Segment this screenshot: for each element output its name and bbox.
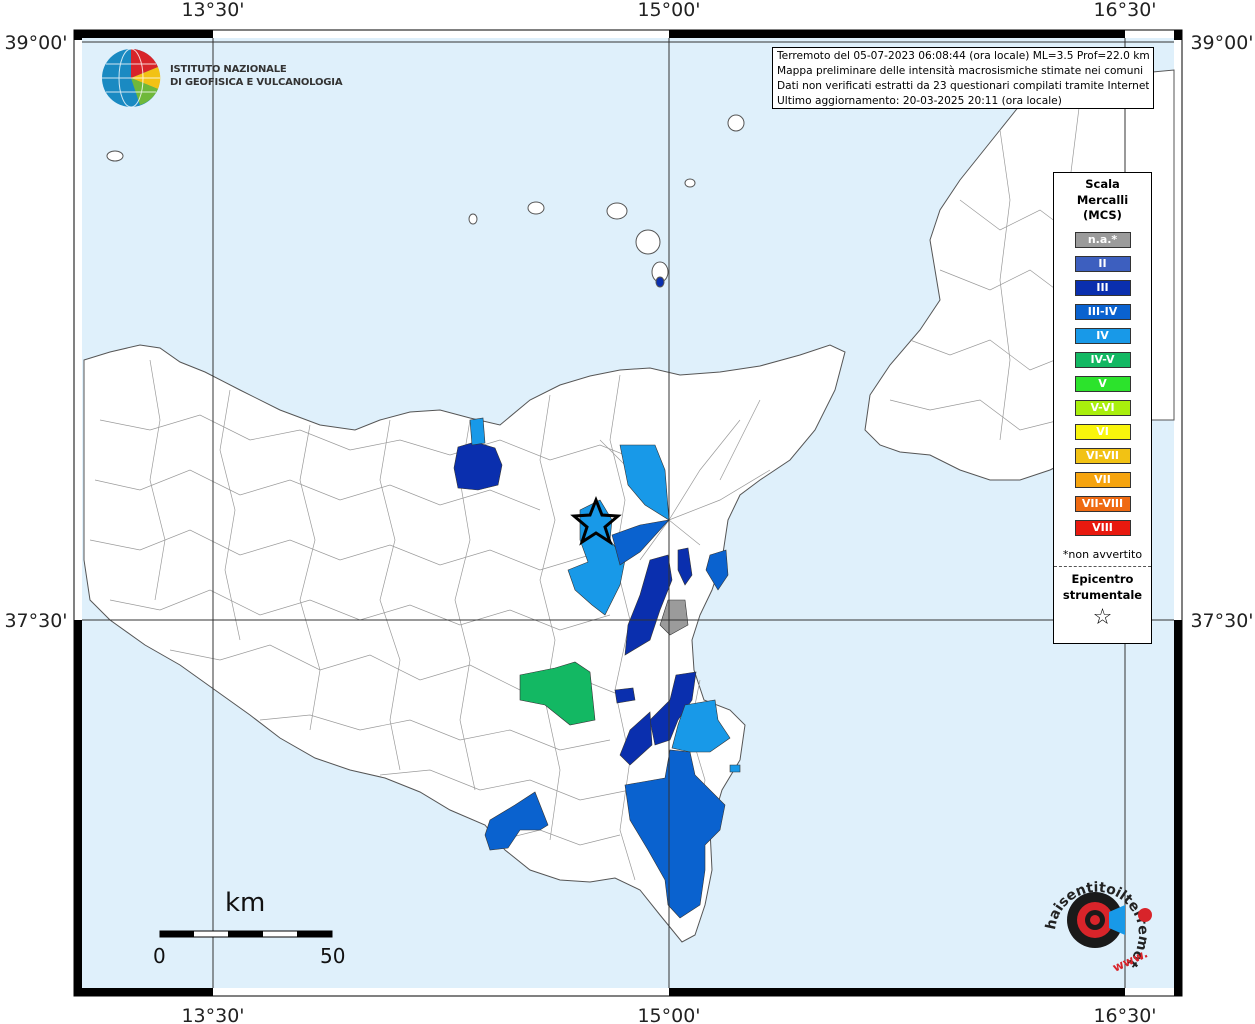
lat-label-right-2: 37°30' <box>1190 610 1253 632</box>
institute-line-1: ISTITUTO NAZIONALE <box>170 64 287 75</box>
legend-item-10: VI-VII <box>1074 447 1131 464</box>
haisentito-badge-icon: haisentitoilterremoto.it www. <box>1030 848 1152 975</box>
event-info-line-4: Ultimo aggiornamento: 20-03-2025 20:11 (… <box>777 95 1062 107</box>
institute-name: ISTITUTO NAZIONALE DI GEOFISICA E VULCAN… <box>170 63 343 89</box>
legend-epicenter-line-1: Epicentro <box>1071 571 1134 586</box>
lon-label-bottom-1: 13°30' <box>181 1005 244 1024</box>
legend-items: n.a.* II III III-IV IV IV-V V V-VI VI VI-VII VII VI… <box>1054 231 1151 536</box>
event-info-box: Terremoto del 05-07-2023 06:08:44 (ora l… <box>772 47 1154 109</box>
legend-item-11: VII <box>1074 471 1131 488</box>
legend-item-1: n.a.* <box>1074 231 1131 248</box>
legend-star-icon: ☆ <box>1092 604 1113 630</box>
mcs-legend: Scala Mercalli (MCS) n.a.* II III III-IV IV I… <box>1053 172 1152 644</box>
legend-item-8: V-VI <box>1074 399 1131 416</box>
legend-epicenter-line-2: strumentale <box>1062 587 1143 602</box>
haisentito-logo: haisentitoilterremoto.it www. <box>1030 848 1165 980</box>
lon-label-bottom-3: 16°30' <box>1093 1005 1156 1024</box>
lon-label-top-2: 15°00' <box>637 0 700 21</box>
scale-max: 50 <box>320 944 346 968</box>
event-info-line-1: Terremoto del 05-07-2023 06:08:44 (ora l… <box>777 50 1149 62</box>
scale-unit: km <box>225 888 266 918</box>
event-info-line-3: Dati non verificati estratti da 23 quest… <box>777 80 1149 92</box>
legend-item-4: III-IV <box>1074 303 1131 320</box>
legend-title-line-2: Mercalli <box>1076 192 1129 207</box>
legend-item-5: IV <box>1074 327 1131 344</box>
lon-label-top-1: 13°30' <box>181 0 244 21</box>
legend-epicenter-label: Epicentro strumentale <box>1054 571 1151 603</box>
lat-label-left-1: 39°00' <box>4 32 67 54</box>
globe-icon <box>102 48 161 108</box>
institute-line-2: DI GEOFISICA E VULCANOLOGIA <box>170 77 343 88</box>
scale-min: 0 <box>153 944 166 968</box>
legend-title-line-1: Scala <box>1085 177 1120 191</box>
scale-bar <box>159 930 333 938</box>
legend-item-6: IV-V <box>1074 351 1131 368</box>
legend-note: *non avvertito <box>1062 547 1143 561</box>
legend-item-3: III <box>1074 279 1131 296</box>
legend-separator <box>1054 565 1151 567</box>
legend-item-13: VIII <box>1074 519 1131 536</box>
lat-label-left-2: 37°30' <box>4 610 67 632</box>
legend-item-12: VII-VIII <box>1074 495 1131 512</box>
event-info-line-2: Mappa preliminare delle intensità macros… <box>777 65 1144 77</box>
legend-item-2: II <box>1074 255 1131 272</box>
legend-title: Scala Mercalli (MCS) <box>1054 177 1151 224</box>
legend-title-line-3: (MCS) <box>1083 208 1122 222</box>
lon-label-top-3: 16°30' <box>1093 0 1156 21</box>
lon-label-bottom-2: 15°00' <box>637 1005 700 1024</box>
legend-item-7: V <box>1074 375 1131 392</box>
lat-label-right-1: 39°00' <box>1190 32 1253 54</box>
legend-item-9: VI <box>1074 423 1131 440</box>
haisentito-url: www. <box>1110 946 1150 974</box>
